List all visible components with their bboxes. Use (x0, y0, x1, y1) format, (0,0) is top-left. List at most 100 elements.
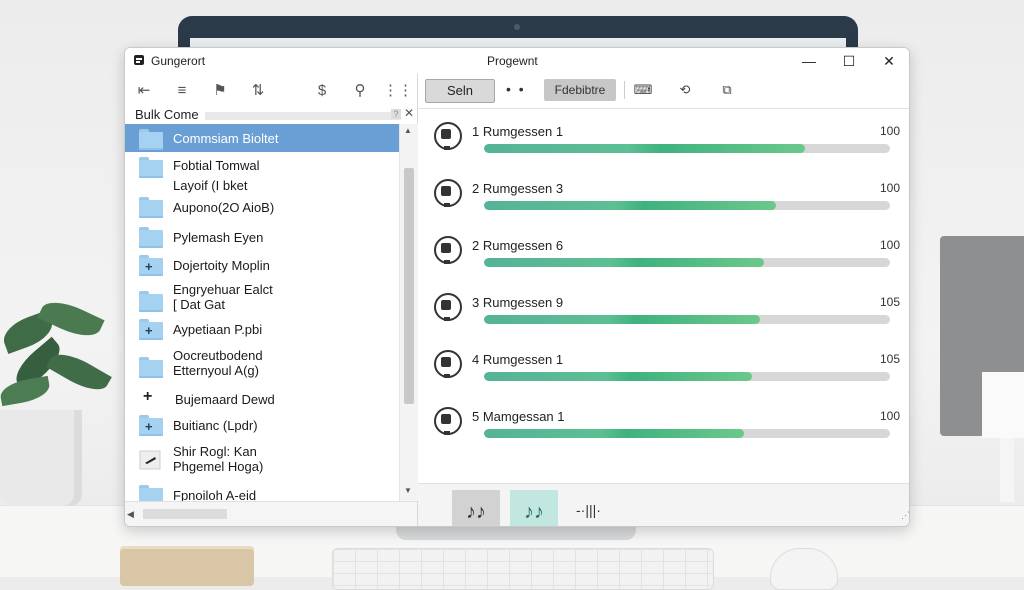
loop-icon[interactable]: ⟲ (674, 80, 696, 100)
music-notes-active-button[interactable]: ♪♪ (510, 490, 558, 526)
maximize-button[interactable]: ☐ (829, 48, 869, 74)
close-button[interactable]: ✕ (869, 48, 909, 74)
app-logo-icon (134, 55, 144, 65)
record-icon[interactable] (434, 236, 462, 264)
plant-pot (0, 410, 82, 506)
record-icon[interactable] (434, 407, 462, 435)
help-icon[interactable]: ? (391, 109, 401, 119)
list-item-label: Engryehuar Ealct [ Dat Gat (173, 282, 273, 312)
progress-track[interactable] (484, 429, 890, 438)
list-item[interactable]: + Bujemaard Dewd (125, 388, 399, 412)
list-item-label: Buitianc (Lpdr) (173, 418, 258, 433)
track-label: 5 Mamgessan 1 (472, 409, 565, 424)
track-label: 3 Rumgessen 9 (472, 295, 564, 310)
progress-fill (484, 144, 805, 153)
scrollbar-thumb[interactable] (404, 168, 414, 404)
plant-leaf (37, 294, 105, 344)
list-item[interactable]: + Dojertoity Moplin (125, 254, 399, 280)
progress-track[interactable] (484, 144, 890, 153)
feature-button[interactable]: Fdebibtre (544, 79, 616, 101)
folder-plus-icon: + (139, 414, 163, 436)
record-icon[interactable] (434, 350, 462, 378)
list-item[interactable]: Oocreutbodend Etternyoul A(g) (125, 346, 399, 382)
scroll-up-icon[interactable]: ▲ (404, 126, 412, 135)
list-item-label: Bujemaard Dewd (175, 392, 275, 407)
track-label: 2 Rumgessen 3 (472, 181, 564, 196)
track-value: 105 (879, 295, 900, 309)
list-item-label-line1: Oocreutbodend (173, 348, 263, 363)
progress-fill (484, 372, 752, 381)
list-item[interactable]: Commsiam Bioltet (125, 124, 399, 152)
seln-button[interactable]: Seln (425, 79, 495, 103)
progress-track[interactable] (484, 201, 890, 210)
track-row[interactable]: 1 Rumgessen 1 100 (418, 122, 909, 178)
progress-fill (484, 429, 744, 438)
list-item[interactable]: Shir Rogl: Kan Phgemel Hoga) (125, 442, 399, 478)
bulk-filter-track[interactable] (205, 112, 401, 120)
list-item[interactable]: + Buitianc (Lpdr) (125, 414, 399, 440)
folder-icon (139, 156, 163, 178)
list-item[interactable]: Fobtial Tomwal (125, 156, 399, 178)
scroll-down-icon[interactable]: ▼ (404, 486, 412, 495)
folder-list: Commsiam Bioltet Fobtial Tomwal Layoif (… (125, 124, 399, 501)
progress-track[interactable] (484, 315, 890, 324)
track-label: 1 Rumgessen 1 (472, 124, 564, 139)
progress-track[interactable] (484, 258, 890, 267)
waveform-icon[interactable]: -·|||· (576, 502, 601, 518)
track-row[interactable]: 3 Rumgessen 9 105 (418, 293, 909, 349)
horizontal-scrollbar[interactable]: ◀ (125, 501, 417, 526)
dollar-icon[interactable]: $ (303, 76, 341, 104)
list-item[interactable]: Engryehuar Ealct [ Dat Gat (125, 282, 399, 316)
progress-track[interactable] (484, 372, 890, 381)
list-item[interactable]: + Aypetiaan P.pbi (125, 318, 399, 344)
more-icon[interactable]: • • (506, 81, 526, 97)
keyboard-icon[interactable]: ⌨ (632, 80, 654, 100)
track-label: 2 Rumgessen 6 (472, 238, 564, 253)
vertical-scrollbar[interactable]: ▲ ▼ (399, 124, 418, 501)
list-item-label: Fobtial Tomwal (173, 158, 260, 173)
record-icon[interactable] (434, 122, 462, 150)
export-icon[interactable]: ⧉ (716, 80, 738, 100)
close-icon[interactable]: ✕ (404, 106, 414, 120)
list-item-label-line1: Engryehuar Ealct (173, 282, 273, 297)
folder-icon (139, 226, 163, 248)
title-bar: Gungerort Progewnt — ☐ ✕ (125, 48, 909, 75)
list-item[interactable]: Layoif (I bket (125, 178, 399, 198)
record-icon[interactable] (434, 293, 462, 321)
resize-grip-icon[interactable]: ⋰ (901, 510, 909, 521)
monitor-stand (396, 526, 636, 540)
list-item-label: Oocreutbodend Etternyoul A(g) (173, 348, 263, 378)
music-notes-button[interactable]: ♪♪ (452, 490, 500, 526)
list-item-label: Aypetiaan P.pbi (173, 322, 263, 337)
minimize-button[interactable]: — (789, 48, 829, 74)
track-row[interactable]: 2 Rumgessen 6 100 (418, 236, 909, 292)
scrollbar-thumb[interactable] (143, 509, 227, 519)
book (120, 546, 254, 586)
folder-plus-icon: + (139, 318, 163, 340)
flag-icon[interactable]: ⚑ (201, 76, 239, 104)
track-row[interactable]: 4 Rumgessen 1 105 (418, 350, 909, 406)
record-icon[interactable] (434, 179, 462, 207)
list-item-label: Aupono(2O AioB) (173, 200, 275, 215)
list-item[interactable]: Aupono(2O AioB) (125, 196, 399, 222)
grid-icon[interactable]: ⋮⋮ (379, 76, 417, 104)
speaker-leg (1000, 438, 1014, 502)
folder-icon (139, 128, 163, 150)
sort-icon[interactable]: ⇅ (239, 76, 277, 104)
list-item[interactable]: Pylemash Eyen (125, 226, 399, 252)
toolbar-divider (624, 81, 625, 99)
scroll-left-icon[interactable]: ◀ (127, 509, 134, 520)
webcam (514, 24, 520, 30)
list-item[interactable]: Fpnoiloh A-eid (125, 484, 399, 501)
list-item-label: Pylemash Eyen (173, 230, 264, 245)
track-value: 105 (879, 352, 900, 366)
list-item-label: Shir Rogl: Kan Phgemel Hoga) (173, 444, 263, 474)
track-value: 100 (879, 409, 900, 423)
window-title: Progewnt (487, 54, 538, 68)
search-icon[interactable]: ⚲ (341, 76, 379, 104)
layers-icon[interactable]: ≡ (163, 76, 201, 104)
back-stack-icon[interactable]: ⇤ (125, 76, 163, 104)
app-name: Gungerort (151, 54, 206, 68)
track-row[interactable]: 2 Rumgessen 3 100 (418, 179, 909, 235)
track-row[interactable]: 5 Mamgessan 1 100 (418, 407, 909, 463)
